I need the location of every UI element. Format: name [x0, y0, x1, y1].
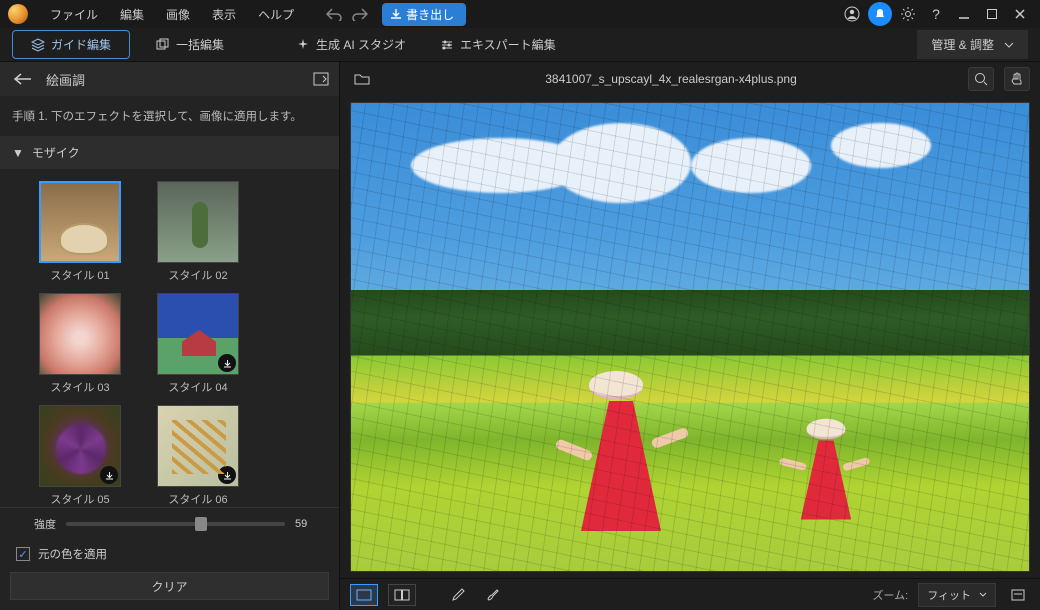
style-03[interactable]: スタイル 03	[36, 293, 124, 395]
instruction-text: 手順 1. 下のエフェクトを選択して、画像に適用します。	[0, 96, 339, 136]
mosaic-overlay	[351, 103, 1029, 571]
styles-grid: スタイル 01 スタイル 02 スタイル 03	[0, 169, 339, 507]
style-02[interactable]: スタイル 02	[154, 181, 242, 283]
undo-button[interactable]	[322, 2, 346, 26]
apply-original-color-checkbox[interactable]: ✓ 元の色を適用	[16, 542, 323, 572]
section-mosaic[interactable]: ▼ モザイク	[0, 136, 339, 169]
style-04[interactable]: スタイル 04	[154, 293, 242, 395]
notification-icon[interactable]	[868, 2, 892, 26]
expert-mode[interactable]: エキスパート編集	[432, 32, 564, 57]
menu-file[interactable]: ファイル	[40, 2, 108, 27]
clear-button[interactable]: クリア	[10, 572, 329, 600]
style-thumb	[39, 181, 121, 263]
folder-icon[interactable]	[350, 67, 374, 91]
download-icon	[218, 466, 236, 484]
sidebar: 絵画調 手順 1. 下のエフェクトを選択して、画像に適用します。 ▼ モザイク …	[0, 62, 340, 610]
style-label: スタイル 06	[168, 491, 227, 507]
menu-edit[interactable]: 編集	[110, 2, 154, 27]
ai-studio-label: 生成 AI スタジオ	[316, 36, 406, 53]
expert-label: エキスパート編集	[460, 36, 556, 53]
hand-icon[interactable]	[1004, 67, 1030, 91]
manage-button[interactable]: 管理 & 調整	[917, 30, 1028, 59]
section-label: モザイク	[32, 144, 80, 161]
style-label: スタイル 02	[168, 267, 227, 283]
zoom-value: フィット	[927, 587, 971, 603]
intensity-label: 強度	[16, 516, 56, 532]
fullscreen-icon[interactable]	[1006, 583, 1030, 607]
style-thumb	[157, 293, 239, 375]
menu-help[interactable]: ヘルプ	[248, 2, 304, 27]
canvas-area: 3841007_s_upscayl_4x_realesrgan-x4plus.p…	[340, 62, 1040, 610]
menubar: ファイル 編集 画像 表示 ヘルプ 書き出し ?	[0, 0, 1040, 28]
manage-label: 管理 & 調整	[931, 36, 994, 53]
download-icon	[100, 466, 118, 484]
guide-edit-label: ガイド編集	[51, 36, 111, 53]
checkbox-icon: ✓	[16, 547, 30, 561]
export-button[interactable]: 書き出し	[382, 3, 466, 26]
batch-label: 一括編集	[176, 36, 224, 53]
magnifier-icon[interactable]	[968, 67, 994, 91]
canvas-footer: ズーム: フィット	[340, 578, 1040, 610]
sidebar-header: 絵画調	[0, 62, 339, 96]
style-label: スタイル 01	[50, 267, 109, 283]
back-button[interactable]	[10, 71, 36, 87]
redo-button[interactable]	[348, 2, 372, 26]
style-05[interactable]: スタイル 05	[36, 405, 124, 507]
sidebar-title: 絵画調	[46, 70, 303, 89]
settings-icon[interactable]	[896, 2, 920, 26]
controls-panel: 強度 59 ✓ 元の色を適用 クリア	[0, 507, 339, 610]
style-06[interactable]: スタイル 06	[154, 405, 242, 507]
app-logo	[8, 4, 28, 24]
clear-label: クリア	[151, 578, 187, 595]
export-label: 書き出し	[406, 6, 454, 23]
menu-image[interactable]: 画像	[156, 2, 200, 27]
view-split-icon[interactable]	[388, 584, 416, 606]
style-label: スタイル 05	[50, 491, 109, 507]
style-thumb	[39, 405, 121, 487]
intensity-value: 59	[295, 518, 323, 530]
style-thumb	[157, 405, 239, 487]
canvas-header: 3841007_s_upscayl_4x_realesrgan-x4plus.p…	[340, 62, 1040, 96]
style-label: スタイル 04	[168, 379, 227, 395]
minimize-icon[interactable]	[952, 2, 976, 26]
style-label: スタイル 03	[50, 379, 109, 395]
close-icon[interactable]	[1008, 2, 1032, 26]
account-icon[interactable]	[840, 2, 864, 26]
style-thumb	[39, 293, 121, 375]
eyedropper-icon[interactable]	[446, 583, 470, 607]
zoom-label: ズーム:	[872, 587, 908, 603]
ai-studio-mode[interactable]: 生成 AI スタジオ	[288, 32, 414, 57]
menu-view[interactable]: 表示	[202, 2, 246, 27]
maximize-icon[interactable]	[980, 2, 1004, 26]
style-thumb	[157, 181, 239, 263]
help-icon[interactable]: ?	[924, 2, 948, 26]
view-single-icon[interactable]	[350, 584, 378, 606]
image-canvas[interactable]	[350, 102, 1030, 572]
expand-panel-icon[interactable]	[313, 72, 329, 86]
chevron-down-icon: ▼	[12, 146, 24, 160]
filename: 3841007_s_upscayl_4x_realesrgan-x4plus.p…	[384, 72, 958, 86]
batch-mode[interactable]: 一括編集	[148, 32, 232, 57]
mode-toolbar: ガイド編集 一括編集 生成 AI スタジオ エキスパート編集 管理 & 調整	[0, 28, 1040, 62]
checkbox-label: 元の色を適用	[38, 546, 107, 562]
intensity-slider[interactable]	[66, 522, 285, 526]
brush-icon[interactable]	[480, 583, 504, 607]
guide-edit-mode[interactable]: ガイド編集	[12, 30, 130, 59]
zoom-select[interactable]: フィット	[918, 583, 996, 607]
style-01[interactable]: スタイル 01	[36, 181, 124, 283]
download-icon	[218, 354, 236, 372]
